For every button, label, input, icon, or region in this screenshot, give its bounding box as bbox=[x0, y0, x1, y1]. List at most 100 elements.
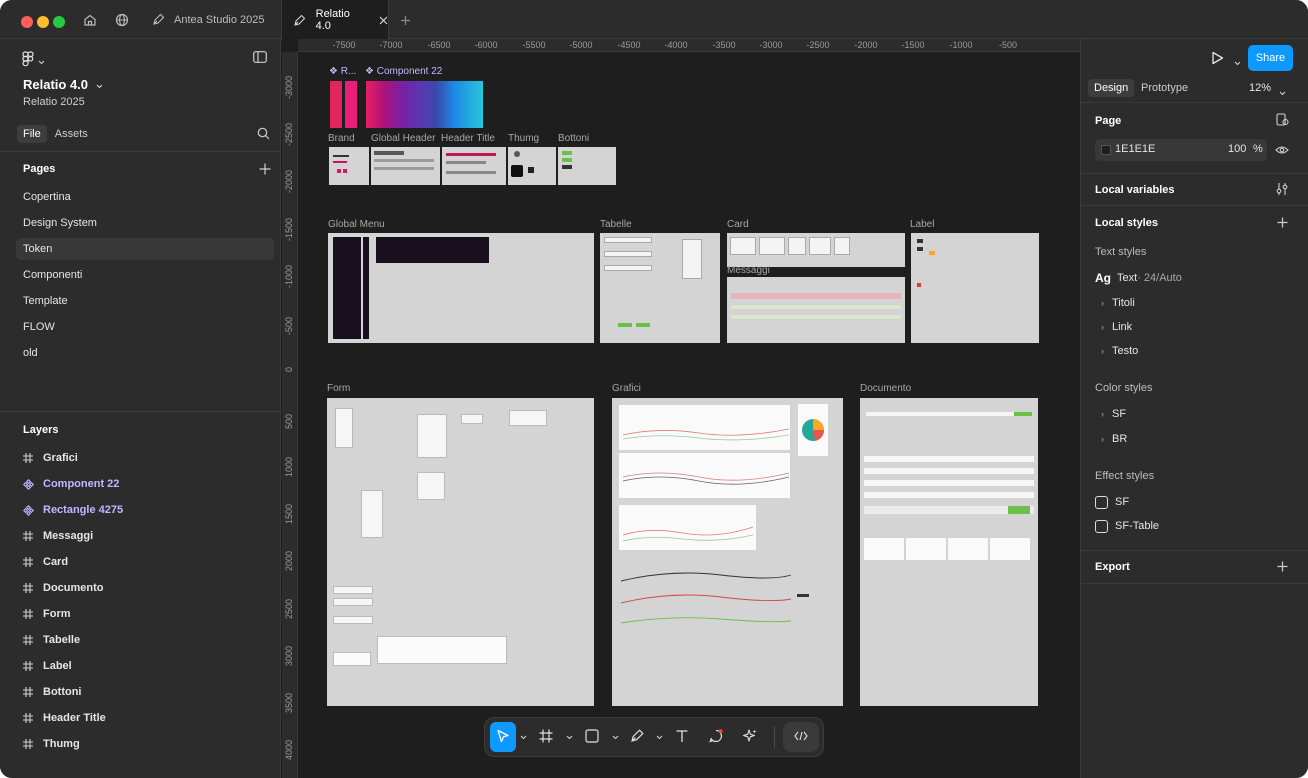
style-group-testo[interactable]: › Testo bbox=[1101, 345, 1138, 357]
global-header-frame[interactable] bbox=[371, 147, 440, 185]
messaggi-frame[interactable] bbox=[727, 277, 905, 343]
home-icon[interactable] bbox=[78, 8, 102, 32]
frame-label-global-menu[interactable]: Global Menu bbox=[328, 219, 385, 230]
community-globe-icon[interactable] bbox=[110, 8, 134, 32]
card-frame[interactable] bbox=[727, 233, 905, 267]
frame-label-header-title[interactable]: Header Title bbox=[441, 133, 495, 144]
chevron-down-icon[interactable] bbox=[564, 722, 574, 752]
frame-label-thumg[interactable]: Thumg bbox=[508, 133, 539, 144]
header-title-frame[interactable] bbox=[442, 147, 506, 185]
frame-label-bottoni[interactable]: Bottoni bbox=[558, 133, 589, 144]
frame-label-tabelle[interactable]: Tabelle bbox=[600, 219, 632, 230]
actions-tool[interactable] bbox=[734, 722, 766, 752]
dev-mode-toggle[interactable] bbox=[783, 722, 819, 752]
project-name[interactable]: Relatio 2025 bbox=[23, 96, 85, 108]
tab-file[interactable]: File bbox=[17, 125, 47, 143]
page-item-design-system[interactable]: Design System bbox=[16, 212, 274, 234]
chevron-down-icon[interactable] bbox=[654, 722, 664, 752]
global-menu-frame[interactable] bbox=[328, 233, 594, 343]
frame-tool[interactable] bbox=[530, 722, 562, 752]
share-button[interactable]: Share bbox=[1248, 45, 1293, 71]
add-page-plus-icon[interactable] bbox=[259, 163, 271, 175]
layer-item-grafici[interactable]: Grafici bbox=[23, 447, 78, 469]
play-icon[interactable] bbox=[1211, 51, 1224, 68]
chevron-down-icon[interactable] bbox=[1234, 55, 1241, 69]
text-tool[interactable] bbox=[666, 722, 698, 752]
effect-style-sf-table[interactable]: SF-Table bbox=[1095, 519, 1255, 535]
style-group-titoli[interactable]: › Titoli bbox=[1101, 297, 1135, 309]
zoom-level[interactable]: 12% bbox=[1249, 82, 1271, 94]
tabelle-frame[interactable] bbox=[600, 233, 720, 343]
add-export-plus-icon[interactable] bbox=[1277, 561, 1288, 575]
file-name[interactable]: Relatio 4.0 bbox=[23, 77, 103, 92]
page-item-old[interactable]: old bbox=[16, 342, 274, 364]
color-group-sf[interactable]: › SF bbox=[1101, 408, 1126, 420]
layer-item-messaggi[interactable]: Messaggi bbox=[23, 525, 93, 547]
chevron-down-icon[interactable] bbox=[610, 722, 620, 752]
local-variables-button[interactable]: Local variables bbox=[1095, 184, 1175, 196]
close-tab-icon[interactable] bbox=[379, 16, 388, 25]
effect-style-sf[interactable]: SF bbox=[1095, 495, 1255, 511]
minimize-window-button[interactable] bbox=[37, 16, 49, 28]
main-menu-button[interactable] bbox=[22, 51, 45, 70]
page-item-token[interactable]: Token bbox=[16, 238, 274, 260]
layer-item-thumg[interactable]: Thumg bbox=[23, 733, 80, 755]
layer-item-card[interactable]: Card bbox=[23, 551, 68, 573]
grafici-frame[interactable] bbox=[612, 398, 843, 706]
component-22-gradient[interactable] bbox=[366, 81, 483, 128]
frame-label-label[interactable]: Label bbox=[910, 219, 934, 230]
page-opacity-value[interactable]: 100 bbox=[1228, 143, 1246, 155]
tab-relatio[interactable]: Relatio 4.0 bbox=[281, 0, 389, 40]
label-frame[interactable] bbox=[911, 233, 1039, 343]
style-group-link[interactable]: › Link bbox=[1101, 321, 1132, 333]
frame-label-component-22[interactable]: ❖ Component 22 bbox=[365, 66, 442, 77]
layer-item-form[interactable]: Form bbox=[23, 603, 71, 625]
page-styles-icon[interactable] bbox=[1276, 113, 1289, 129]
layer-item-component-22[interactable]: Component 22 bbox=[23, 473, 119, 495]
tab-design[interactable]: Design bbox=[1088, 79, 1135, 97]
layer-item-label[interactable]: Label bbox=[23, 655, 72, 677]
bottoni-frame[interactable] bbox=[558, 147, 616, 185]
tab-assets[interactable]: Assets bbox=[49, 125, 94, 143]
documento-frame[interactable] bbox=[860, 398, 1038, 706]
frame-label-card[interactable]: Card bbox=[727, 219, 749, 230]
layer-item-tabelle[interactable]: Tabelle bbox=[23, 629, 80, 651]
eye-visibility-icon[interactable] bbox=[1275, 144, 1289, 158]
page-color-hex[interactable]: 1E1E1E bbox=[1115, 143, 1155, 155]
tab-prototype[interactable]: Prototype bbox=[1135, 79, 1194, 97]
move-tool[interactable] bbox=[490, 722, 516, 752]
frame-label-grafici[interactable]: Grafici bbox=[612, 383, 641, 394]
color-group-br[interactable]: › BR bbox=[1101, 433, 1127, 445]
page-background-color-field[interactable]: 1E1E1E 100 % bbox=[1095, 139, 1267, 161]
layer-item-header-title[interactable]: Header Title bbox=[23, 707, 106, 729]
chevron-down-icon[interactable] bbox=[518, 722, 528, 752]
page-item-flow[interactable]: FLOW bbox=[16, 316, 274, 338]
frame-label-documento[interactable]: Documento bbox=[860, 383, 911, 394]
comment-tool[interactable] bbox=[700, 722, 732, 752]
search-icon[interactable] bbox=[257, 127, 270, 143]
text-style-item[interactable]: Ag Text · 24/Auto bbox=[1095, 271, 1182, 285]
form-frame[interactable] bbox=[327, 398, 594, 706]
thumg-frame[interactable] bbox=[508, 147, 556, 185]
new-tab-plus-icon[interactable] bbox=[393, 8, 417, 32]
frame-label-brand[interactable]: Brand bbox=[328, 133, 355, 144]
add-style-plus-icon[interactable] bbox=[1277, 217, 1288, 231]
page-item-template[interactable]: Template bbox=[16, 290, 274, 312]
close-window-button[interactable] bbox=[21, 16, 33, 28]
frame-label-r[interactable]: ❖ R... bbox=[329, 66, 356, 77]
toggle-sidebar-icon[interactable] bbox=[253, 51, 267, 66]
frame-label-form[interactable]: Form bbox=[327, 383, 350, 394]
layer-item-rectangle-4275[interactable]: Rectangle 4275 bbox=[23, 499, 123, 521]
canvas[interactable]: -7500 -7000 -6500 -6000 -5500 -5000 -450… bbox=[282, 39, 1080, 778]
frame-label-messaggi[interactable]: Messaggi bbox=[727, 265, 770, 276]
brand-swatches[interactable] bbox=[330, 81, 358, 128]
zoom-window-button[interactable] bbox=[53, 16, 65, 28]
chevron-down-icon[interactable] bbox=[1279, 85, 1286, 99]
variables-sliders-icon[interactable] bbox=[1276, 182, 1288, 199]
rectangle-tool[interactable] bbox=[576, 722, 608, 752]
pen-tool[interactable] bbox=[622, 722, 652, 752]
page-item-copertina[interactable]: Copertina bbox=[16, 186, 274, 208]
layer-item-bottoni[interactable]: Bottoni bbox=[23, 681, 81, 703]
frame-label-global-header[interactable]: Global Header bbox=[371, 133, 435, 144]
layer-item-documento[interactable]: Documento bbox=[23, 577, 104, 599]
